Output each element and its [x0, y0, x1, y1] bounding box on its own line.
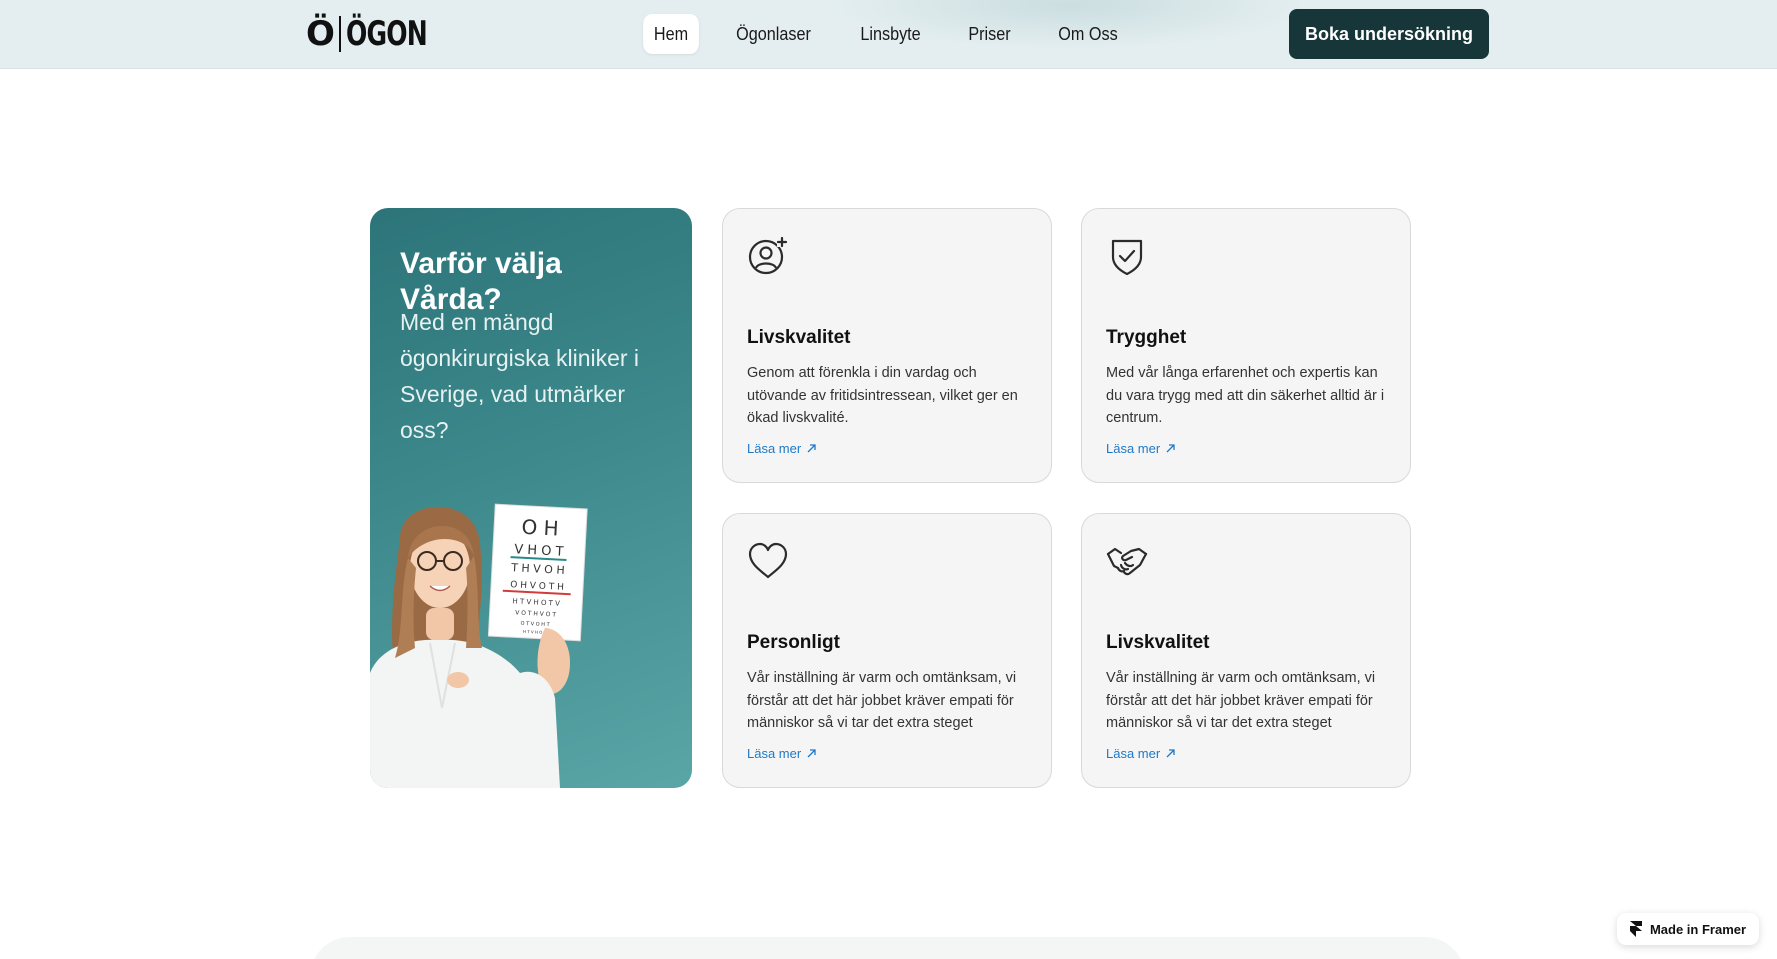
next-section-edge [310, 937, 1465, 959]
logo-divider [338, 16, 341, 52]
logo-mark: Ö [306, 14, 335, 54]
handshake-icon [1106, 547, 1148, 576]
why-choose-subtitle: Med en mängd ögonkirurgiska kliniker i S… [400, 309, 640, 443]
feature-card-trygghet: Trygghet Med vår långa erfarenhet och ex… [1081, 208, 1411, 483]
card-title: Livskvalitet [747, 327, 851, 348]
user-plus-icon [748, 236, 788, 275]
book-exam-button[interactable]: Boka undersökning [1289, 9, 1489, 59]
shield-check-icon [1111, 239, 1143, 276]
arrow-up-right-icon [1166, 749, 1175, 758]
feature-card-personligt: Personligt Vår inställning är varm och o… [722, 513, 1052, 788]
nav-item-hem[interactable]: Hem [643, 14, 699, 54]
read-more-label: Läsa mer [1106, 441, 1161, 456]
framer-badge-label: Made in Framer [1649, 921, 1747, 937]
site-logo[interactable]: Ö ÖGON [306, 14, 445, 54]
card-description: Med vår långa erfarenhet och expertis ka… [1106, 365, 1385, 426]
logo-text: ÖGON [345, 14, 428, 54]
read-more-link[interactable]: Läsa mer [747, 746, 817, 761]
feature-card-livskvalitet-2: Livskvalitet Vår inställning är varm och… [1081, 513, 1411, 788]
doctor-photo: O H V H O T T H V O H O H V O T H H T V … [370, 503, 588, 788]
read-more-link[interactable]: Läsa mer [1106, 441, 1176, 456]
made-in-framer-badge[interactable]: Made in Framer [1617, 913, 1759, 945]
nav-item-om-oss[interactable]: Om Oss [1048, 14, 1129, 54]
nav-item-linsbyte[interactable]: Linsbyte [850, 14, 932, 54]
main-nav: Hem Ögonlaser Linsbyte Priser Om Oss [640, 14, 1133, 54]
read-more-link[interactable]: Läsa mer [1106, 746, 1176, 761]
card-title: Personligt [747, 632, 840, 653]
heart-icon [748, 542, 788, 579]
arrow-up-right-icon [807, 749, 816, 758]
read-more-label: Läsa mer [747, 441, 802, 456]
nav-item-ogonlaser[interactable]: Ögonlaser [725, 14, 821, 54]
card-description: Vår inställning är varm och omtänksam, v… [747, 670, 1017, 731]
nav-item-priser[interactable]: Priser [958, 14, 1022, 54]
why-choose-card: Varför välja Vårda? Med en mängd ögonkir… [370, 208, 692, 788]
card-title: Livskvalitet [1106, 632, 1210, 653]
site-header: Ö ÖGON Hem Ögonlaser Linsbyte Priser Om … [0, 0, 1777, 69]
card-description: Genom att förenkla i din vardag och utöv… [747, 365, 1018, 426]
read-more-link[interactable]: Läsa mer [747, 441, 817, 456]
read-more-label: Läsa mer [747, 746, 802, 761]
arrow-up-right-icon [807, 444, 816, 453]
framer-logo-icon [1629, 921, 1642, 937]
read-more-label: Läsa mer [1106, 746, 1161, 761]
arrow-up-right-icon [1166, 444, 1175, 453]
card-description: Vår inställning är varm och omtänksam, v… [1106, 670, 1376, 731]
chart-row-1: O H [521, 515, 559, 541]
card-title: Trygghet [1106, 327, 1187, 348]
feature-card-livskvalitet: Livskvalitet Genom att förenkla i din va… [722, 208, 1052, 483]
